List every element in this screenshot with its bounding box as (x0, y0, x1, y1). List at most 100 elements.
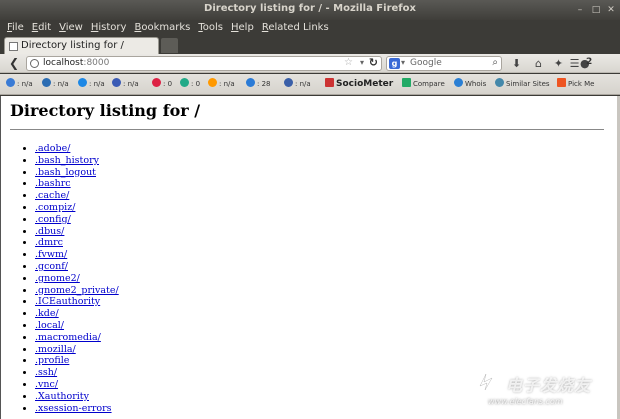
entry-link[interactable]: .Xauthority (35, 391, 89, 402)
bookmark-label: SocioMeter (336, 79, 394, 89)
bing-icon (246, 78, 255, 87)
google-engine-icon[interactable]: g (389, 58, 400, 69)
entry-link[interactable]: .bashrc (35, 178, 71, 189)
history-dropdown-icon[interactable]: ▾ (360, 58, 364, 67)
bookmark-label: : n/a (295, 80, 311, 88)
entry-link[interactable]: .vnc/ (35, 379, 58, 390)
entry-link[interactable]: .profile (35, 355, 69, 366)
list-item: .gnome2/ (35, 273, 119, 285)
entry-link[interactable]: .ICEauthority (35, 296, 100, 307)
bookmark-compare[interactable]: Compare (402, 78, 445, 90)
bookmark-label: Whois (465, 80, 487, 88)
entry-link[interactable]: .adobe/ (35, 143, 70, 154)
search-icon[interactable]: ⌕ (492, 57, 498, 68)
bookmark-star-icon[interactable]: ☆ (344, 57, 353, 68)
entry-link[interactable]: .xsession-errors (35, 403, 112, 414)
menu-tools[interactable]: Tools (198, 20, 223, 36)
entry-link[interactable]: .config/ (35, 214, 71, 225)
bookmark-label: : 0 (191, 80, 201, 88)
page-content: Directory listing for / .adobe/ .bash_hi… (0, 96, 620, 419)
bookmark-sociometer[interactable]: SocioMeter (325, 78, 393, 90)
entry-link[interactable]: .cache/ (35, 190, 69, 201)
stat-icon (78, 78, 87, 87)
menu-history[interactable]: History (91, 20, 127, 36)
home-icon[interactable]: ⌂ (532, 57, 545, 70)
download-icon[interactable]: ⬇ (510, 57, 523, 70)
bookmark-stat-3[interactable]: : n/a (78, 78, 105, 90)
search-bar[interactable]: g ▾ Google ⌕ (386, 56, 502, 71)
menu-view[interactable]: View (59, 20, 83, 36)
sociometer-icon (325, 78, 334, 87)
menu-help[interactable]: Help (231, 20, 254, 36)
entry-link[interactable]: .gnome2_private/ (35, 285, 119, 296)
bookmark-stat-9[interactable]: : n/a (284, 78, 311, 90)
bookmark-alexa[interactable]: : n/a (112, 78, 139, 90)
menu-bookmarks[interactable]: Bookmarks (134, 20, 190, 36)
menu-file[interactable]: File (7, 20, 24, 36)
close-button[interactable]: ✕ (605, 4, 617, 16)
bookmark-pick-me[interactable]: Pick Me (557, 78, 595, 90)
whois-icon (454, 78, 463, 87)
bookmark-label: : 0 (163, 80, 173, 88)
bookmark-label: Similar Sites (506, 80, 550, 88)
menu-bar: File Edit View History Bookmarks Tools H… (0, 20, 620, 36)
list-item: .mozilla/ (35, 344, 119, 356)
pagerank-icon (6, 78, 15, 87)
similar-sites-icon (495, 78, 504, 87)
tab-strip: Directory listing for / (0, 36, 620, 54)
entry-link[interactable]: .dmrc (35, 237, 63, 248)
bookmark-stat-1[interactable]: : n/a (6, 78, 33, 90)
reload-icon[interactable]: ↻ (369, 56, 378, 69)
bookmark-stat-7[interactable]: : n/a (208, 78, 235, 90)
minimize-button[interactable]: – (574, 4, 586, 16)
bookmark-bing-count[interactable]: : 28 (246, 78, 271, 90)
list-item: .bashrc (35, 178, 119, 190)
page-heading: Directory listing for / (10, 101, 201, 120)
entry-link[interactable]: .dbus/ (35, 226, 64, 237)
bookmark-label: : n/a (17, 80, 33, 88)
url-text[interactable]: localhost:8000 (43, 58, 109, 68)
bookmark-similar-sites[interactable]: Similar Sites (495, 78, 550, 90)
menu-related-links[interactable]: Related Links (262, 20, 329, 36)
entry-link[interactable]: .ssh/ (35, 367, 57, 378)
bookmark-yandex-count[interactable]: : 0 (180, 78, 200, 90)
bookmark-whois[interactable]: Whois (454, 78, 486, 90)
addon-icon[interactable]: ✦ (552, 57, 565, 70)
back-icon[interactable]: ❮ (6, 56, 22, 71)
stat-icon (284, 78, 293, 87)
engine-dropdown-icon[interactable]: ▾ (401, 58, 405, 67)
list-item: .vnc/ (35, 379, 119, 391)
bookmark-label: Compare (413, 80, 445, 88)
alexa-icon (112, 78, 121, 87)
tab-directory-listing[interactable]: Directory listing for / (4, 37, 159, 54)
list-item: .kde/ (35, 308, 119, 320)
entry-link[interactable]: .compiz/ (35, 202, 75, 213)
entry-link[interactable]: .mozilla/ (35, 344, 76, 355)
entry-link[interactable]: .fvwm/ (35, 249, 67, 260)
entry-link[interactable]: .gconf/ (35, 261, 68, 272)
entry-link[interactable]: .macromedia/ (35, 332, 101, 343)
globe-icon (30, 59, 39, 68)
list-item: .dbus/ (35, 226, 119, 238)
bookmarks-toolbar: : n/a : n/a : n/a : n/a : 0 : 0 : n/a : … (0, 74, 620, 95)
list-item: .gconf/ (35, 261, 119, 273)
entry-link[interactable]: .gnome2/ (35, 273, 80, 284)
stat-icon (208, 78, 217, 87)
entry-link[interactable]: .bash_logout (35, 167, 96, 178)
window-titlebar: Directory listing for / - Mozilla Firefo… (0, 0, 620, 20)
list-item: .macromedia/ (35, 332, 119, 344)
new-tab-button[interactable] (161, 38, 178, 53)
list-item: .adobe/ (35, 143, 119, 155)
entry-link[interactable]: .local/ (35, 320, 64, 331)
bookmark-stat-2[interactable]: : n/a (42, 78, 69, 90)
maximize-button[interactable]: □ (590, 4, 602, 16)
list-item: .bash_logout (35, 167, 119, 179)
bookmark-google-count[interactable]: : 0 (152, 78, 172, 90)
entry-link[interactable]: .bash_history (35, 155, 99, 166)
navigation-toolbar: ❮ localhost:8000 ☆ ▾ ↻ g ▾ Google ⌕ ⬇ ⌂ … (0, 54, 620, 73)
list-item: .compiz/ (35, 202, 119, 214)
menu-edit[interactable]: Edit (32, 20, 51, 36)
url-bar[interactable]: localhost:8000 ☆ ▾ ↻ (26, 56, 382, 71)
list-item: .ssh/ (35, 367, 119, 379)
entry-link[interactable]: .kde/ (35, 308, 59, 319)
